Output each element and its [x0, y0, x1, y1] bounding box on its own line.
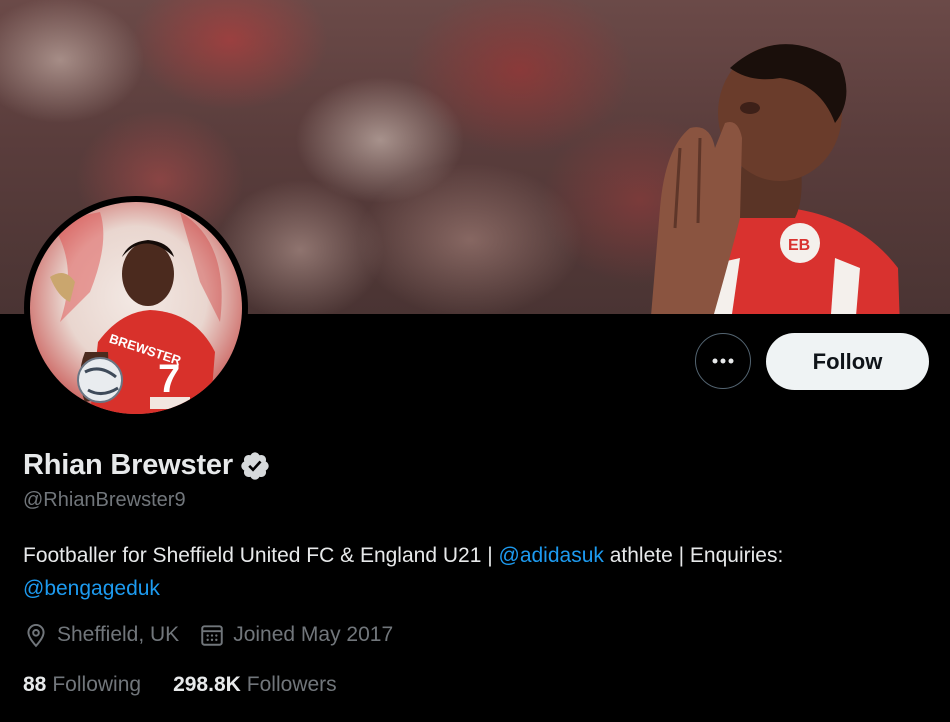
- followers-count: 298.8K: [173, 673, 241, 696]
- followers-label: Followers: [246, 673, 337, 696]
- follow-button[interactable]: Follow: [766, 333, 929, 390]
- follow-button-label: Follow: [812, 348, 883, 374]
- more-horizontal-icon: [712, 358, 734, 364]
- location-pin-icon: [27, 624, 45, 648]
- following-label: Following: [52, 673, 142, 696]
- banner-player-image: EB: [651, 44, 900, 314]
- calendar-icon: [201, 625, 223, 646]
- location-item: Sheffield, UK: [23, 622, 179, 648]
- bio-mention-adidasuk[interactable]: @adidasuk: [499, 544, 604, 567]
- following-count: 88: [23, 673, 47, 696]
- followers-link[interactable]: 298.8K Followers: [173, 673, 337, 697]
- bio-mention-bengageduk[interactable]: @bengageduk: [23, 577, 160, 600]
- profile-bio: Footballer for Sheffield United FC & Eng…: [23, 539, 933, 605]
- banner-shirt-badge: EB: [788, 237, 810, 254]
- avatar[interactable]: BREWSTER 7: [30, 202, 242, 414]
- avatar-image: BREWSTER 7: [50, 212, 222, 414]
- following-link[interactable]: 88 Following: [23, 673, 141, 697]
- profile-meta: Sheffield, UK Joined May 2017: [23, 622, 413, 648]
- verified-badge-icon[interactable]: [239, 450, 271, 482]
- profile-name-row: Rhian Brewster: [23, 449, 271, 482]
- profile-name: Rhian Brewster: [23, 449, 233, 481]
- avatar-shirt-number: 7: [158, 357, 180, 401]
- location-text: Sheffield, UK: [57, 623, 180, 646]
- bio-text-1: Footballer for Sheffield United FC & Eng…: [23, 544, 499, 567]
- profile-stats: 88 Following 298.8K Followers: [23, 673, 369, 697]
- joined-item: Joined May 2017: [199, 622, 393, 648]
- more-options-button[interactable]: [695, 333, 751, 389]
- bio-text-2: athlete | Enquiries:: [603, 544, 784, 567]
- profile-handle: @RhianBrewster9: [23, 489, 186, 511]
- joined-text: Joined May 2017: [233, 623, 394, 646]
